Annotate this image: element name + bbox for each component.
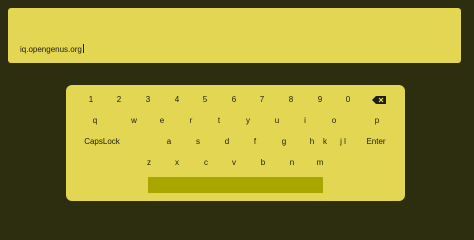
key-b[interactable]: b (258, 158, 268, 168)
key-7[interactable]: 7 (257, 95, 267, 105)
key-8[interactable]: 8 (286, 95, 296, 105)
key-w[interactable]: w (129, 116, 139, 126)
key-k[interactable]: k (320, 137, 330, 147)
spacebar-key[interactable] (148, 177, 323, 193)
key-y[interactable]: y (243, 116, 253, 126)
text-value: iq.opengenus.org (20, 44, 84, 55)
key-h[interactable]: h (307, 137, 317, 147)
key-capslock[interactable]: CapsLock (82, 137, 122, 147)
text-display[interactable]: iq.opengenus.org (8, 8, 461, 63)
key-2[interactable]: 2 (114, 95, 124, 105)
text-value-content: iq.opengenus.org (20, 45, 82, 54)
key-3[interactable]: 3 (143, 95, 153, 105)
key-x[interactable]: x (172, 158, 182, 168)
key-0[interactable]: 0 (343, 95, 353, 105)
key-t[interactable]: t (214, 116, 224, 126)
key-4[interactable]: 4 (172, 95, 182, 105)
key-l[interactable]: l (340, 137, 350, 147)
key-z[interactable]: z (144, 158, 154, 168)
key-p[interactable]: p (372, 116, 382, 126)
key-d[interactable]: d (222, 137, 232, 147)
key-f[interactable]: f (250, 137, 260, 147)
key-9[interactable]: 9 (315, 95, 325, 105)
key-enter[interactable]: Enter (356, 137, 396, 147)
key-5[interactable]: 5 (200, 95, 210, 105)
key-g[interactable]: g (279, 137, 289, 147)
key-r[interactable]: r (186, 116, 196, 126)
virtual-keyboard: 1 2 3 4 5 6 7 8 9 0 q w e r t y u i o p … (66, 85, 405, 201)
key-s[interactable]: s (193, 137, 203, 147)
key-o[interactable]: o (329, 116, 339, 126)
key-i[interactable]: i (300, 116, 310, 126)
key-1[interactable]: 1 (86, 95, 96, 105)
key-n[interactable]: n (287, 158, 297, 168)
key-a[interactable]: a (164, 137, 174, 147)
key-e[interactable]: e (157, 116, 167, 126)
key-u[interactable]: u (272, 116, 282, 126)
key-q[interactable]: q (90, 116, 100, 126)
key-v[interactable]: v (229, 158, 239, 168)
text-caret (82, 44, 84, 53)
backspace-icon[interactable] (372, 96, 386, 104)
key-c[interactable]: c (201, 158, 211, 168)
key-m[interactable]: m (315, 158, 325, 168)
key-6[interactable]: 6 (229, 95, 239, 105)
